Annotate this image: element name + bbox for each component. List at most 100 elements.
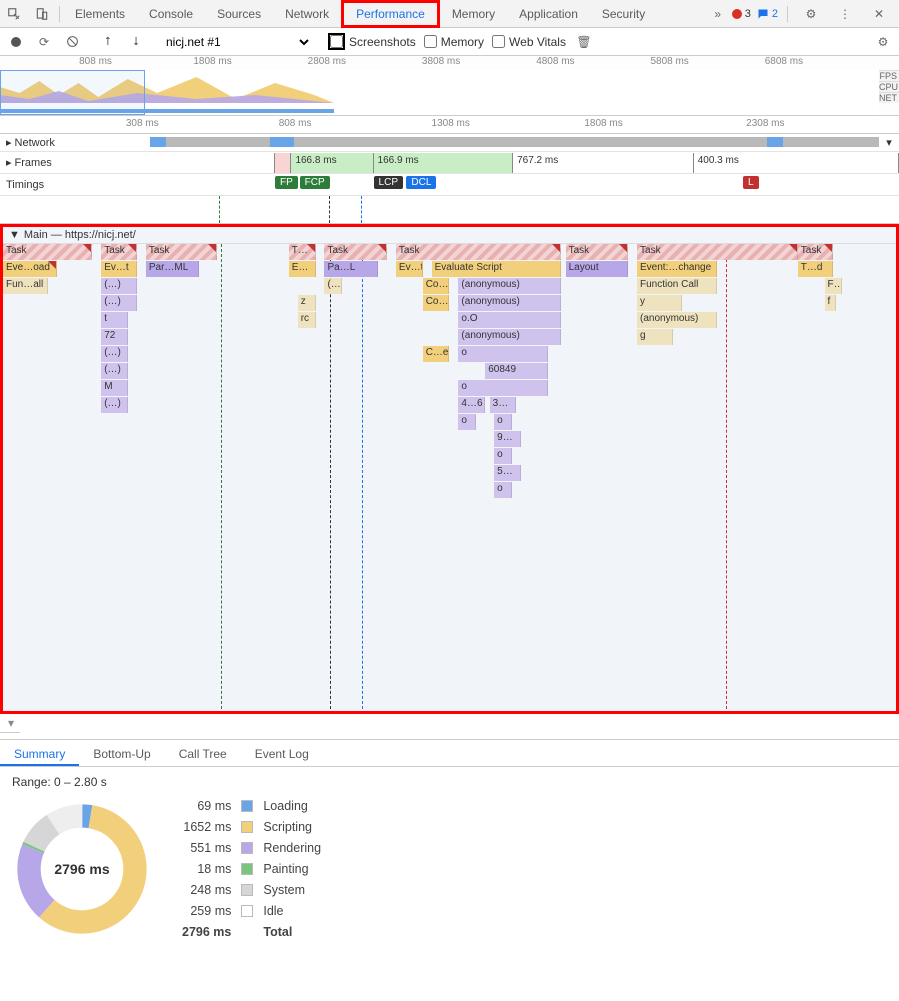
flame-bar[interactable]: (anonymous) xyxy=(458,329,561,345)
expand-down-icon[interactable]: ▾ xyxy=(879,136,899,149)
flame-bar[interactable]: C…e xyxy=(423,346,450,362)
flame-bar[interactable]: 60849 xyxy=(485,363,548,379)
clear-icon[interactable] xyxy=(62,32,82,52)
settings-gear-icon[interactable]: ⚙ xyxy=(797,0,825,28)
flame-bar[interactable]: o.O xyxy=(458,312,561,328)
flame-bar[interactable]: (anonymous) xyxy=(458,295,561,311)
frame-segment[interactable]: 767.2 ms xyxy=(513,153,694,173)
flame-bar[interactable]: f xyxy=(825,295,837,311)
flame-bar[interactable]: Task xyxy=(396,244,561,260)
flame-bar[interactable]: 3… xyxy=(490,397,517,413)
flame-bar[interactable]: Co…e xyxy=(423,295,450,311)
capture-settings-gear-icon[interactable]: ⚙ xyxy=(873,32,893,52)
timeline-overview[interactable]: 808 ms1808 ms2808 ms3808 ms4808 ms5808 m… xyxy=(0,56,899,116)
flame-chart[interactable]: ▼Main — https://nicj.net/ TaskTaskTaskT…… xyxy=(0,224,899,714)
timing-mark-l[interactable]: L xyxy=(743,176,759,189)
flame-bar[interactable]: (… xyxy=(324,278,342,294)
timings-track[interactable]: Timings FPFCPLCPDCLL xyxy=(0,174,899,196)
expand-arrow-icon[interactable]: ▸ xyxy=(6,156,12,169)
flame-bar[interactable]: F…l xyxy=(825,278,843,294)
device-toolbar-icon[interactable] xyxy=(28,0,56,28)
tab-console[interactable]: Console xyxy=(137,0,205,28)
flame-bar[interactable]: Task xyxy=(637,244,798,260)
flame-bar[interactable]: (anonymous) xyxy=(637,312,717,328)
inspect-element-icon[interactable] xyxy=(0,0,28,28)
flame-bar[interactable]: (…) xyxy=(101,397,128,413)
flame-bar[interactable]: Fun…all xyxy=(3,278,48,294)
tab-memory[interactable]: Memory xyxy=(440,0,507,28)
flame-bar[interactable]: t xyxy=(101,312,128,328)
flame-bar[interactable]: Task xyxy=(146,244,217,260)
flame-bar[interactable]: 5… xyxy=(494,465,521,481)
detail-ruler[interactable]: 308 ms808 ms1308 ms1808 ms2308 ms xyxy=(0,116,899,134)
flame-bar[interactable]: Pa…L xyxy=(324,261,378,277)
download-icon[interactable]: ⭣ xyxy=(126,32,146,52)
flame-bar[interactable]: o xyxy=(458,414,476,430)
frames-track[interactable]: ▸Frames 166.8 ms166.9 ms767.2 ms400.3 ms xyxy=(0,152,899,174)
collapse-arrow-icon[interactable]: ▼ xyxy=(9,229,20,241)
tab-sources[interactable]: Sources xyxy=(205,0,273,28)
errors-badge[interactable]: 3 xyxy=(732,8,751,20)
reload-record-icon[interactable]: ⟳ xyxy=(34,32,54,52)
messages-badge[interactable]: 2 xyxy=(757,8,778,20)
flame-bar[interactable]: o xyxy=(458,346,547,362)
flame-grid[interactable]: TaskTaskTaskT…TaskTaskTaskTaskTaskEve…oa… xyxy=(3,244,896,714)
expand-down-icon[interactable]: ▾ xyxy=(0,714,20,733)
timing-mark-fp[interactable]: FP xyxy=(275,176,298,189)
flame-bar[interactable]: Layout xyxy=(566,261,629,277)
tab-performance[interactable]: Performance xyxy=(341,0,440,28)
close-icon[interactable]: ✕ xyxy=(865,0,893,28)
flame-bar[interactable]: (anonymous) xyxy=(458,278,561,294)
bottom-tab-call-tree[interactable]: Call Tree xyxy=(165,740,241,766)
flame-bar[interactable]: Ev…t xyxy=(101,261,137,277)
frame-segment[interactable] xyxy=(275,153,291,173)
screenshots-checkbox[interactable]: Screenshots xyxy=(328,33,416,50)
flame-bar[interactable]: 4…6 xyxy=(458,397,485,413)
flame-bar[interactable]: o xyxy=(494,482,512,498)
memory-checkbox[interactable]: Memory xyxy=(424,35,484,49)
timing-mark-lcp[interactable]: LCP xyxy=(374,176,403,189)
network-track[interactable]: ▸Network ▾ xyxy=(0,134,899,152)
flame-bar[interactable]: o xyxy=(494,448,512,464)
flame-bar[interactable]: Task xyxy=(566,244,629,260)
flame-bar[interactable]: Task xyxy=(798,244,834,260)
flame-bar[interactable]: o xyxy=(494,414,512,430)
frame-segment[interactable]: 400.3 ms xyxy=(694,153,899,173)
flame-bar[interactable]: Function Call xyxy=(637,278,717,294)
flame-bar[interactable]: y xyxy=(637,295,682,311)
flame-bar[interactable]: Event:…change xyxy=(637,261,717,277)
flame-bar[interactable]: (…) xyxy=(101,278,137,294)
upload-icon[interactable]: ⭡ xyxy=(98,32,118,52)
expand-arrow-icon[interactable]: ▸ xyxy=(6,136,12,149)
flame-bar[interactable]: Evaluate Script xyxy=(432,261,561,277)
flame-bar[interactable]: M xyxy=(101,380,128,396)
tab-application[interactable]: Application xyxy=(507,0,590,28)
record-icon[interactable] xyxy=(6,32,26,52)
kebab-menu-icon[interactable]: ⋮ xyxy=(831,0,859,28)
flame-bar[interactable]: 9… xyxy=(494,431,521,447)
flame-bar[interactable]: 72 xyxy=(101,329,128,345)
tab-network[interactable]: Network xyxy=(273,0,341,28)
flame-bar[interactable]: T…d xyxy=(798,261,834,277)
flame-bar[interactable]: Co…t xyxy=(423,278,450,294)
frame-segment[interactable] xyxy=(78,153,275,173)
flame-bar[interactable]: E… xyxy=(289,261,316,277)
flame-bar[interactable]: z xyxy=(298,295,316,311)
flame-bar[interactable]: (…) xyxy=(101,363,128,379)
flame-bar[interactable]: Task xyxy=(324,244,387,260)
flame-bar[interactable]: (…) xyxy=(101,295,137,311)
flame-bar[interactable]: T… xyxy=(289,244,316,260)
flame-bar[interactable]: rc xyxy=(298,312,316,328)
flame-bar[interactable]: Task xyxy=(3,244,92,260)
flame-bar[interactable]: Task xyxy=(101,244,137,260)
flame-bar[interactable]: g xyxy=(637,329,673,345)
timing-mark-fcp[interactable]: FCP xyxy=(300,176,330,189)
webvitals-checkbox[interactable]: Web Vitals xyxy=(492,35,566,49)
recording-select[interactable]: nicj.net #1 xyxy=(162,34,312,50)
flame-bar[interactable]: Par…ML xyxy=(146,261,200,277)
timing-mark-dcl[interactable]: DCL xyxy=(406,176,436,189)
flame-bar[interactable]: (…) xyxy=(101,346,128,362)
frame-segment[interactable]: 166.8 ms xyxy=(291,153,373,173)
frame-segment[interactable]: 166.9 ms xyxy=(374,153,514,173)
flame-bar[interactable]: Eve…oad xyxy=(3,261,57,277)
